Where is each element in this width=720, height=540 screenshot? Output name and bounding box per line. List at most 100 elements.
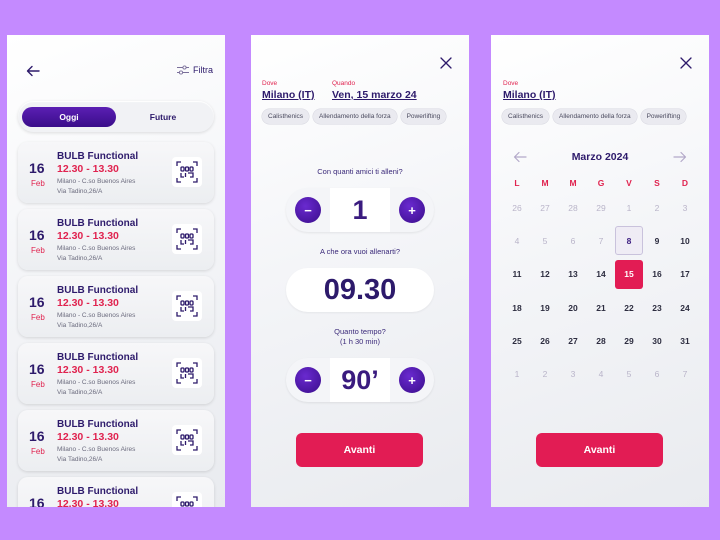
- booking-time: 12.30 - 13.30: [57, 163, 119, 175]
- calendar-day[interactable]: 4: [587, 357, 615, 390]
- calendar-day[interactable]: 3: [559, 357, 587, 390]
- qr-code-button[interactable]: [172, 358, 202, 388]
- calendar-day[interactable]: 5: [615, 357, 643, 390]
- chip-calisthenics[interactable]: Calisthenics: [502, 109, 550, 124]
- calendar-day[interactable]: 21: [587, 291, 615, 324]
- calendar-day-number: 18: [512, 302, 522, 313]
- booking-card[interactable]: 16FebBULB Functional12.30 - 13.30Milano …: [18, 142, 214, 203]
- calendar-day[interactable]: 26: [503, 191, 531, 224]
- calendar-day[interactable]: 6: [643, 357, 671, 390]
- calendar-day[interactable]: 2: [643, 191, 671, 224]
- calendar-day[interactable]: 19: [531, 291, 559, 324]
- calendar-day-number: 31: [680, 335, 690, 346]
- calendar-day[interactable]: 12: [531, 258, 559, 291]
- chip-strength-training[interactable]: Allendamento della forza: [553, 109, 637, 124]
- booking-address-line2: Via Tadino,26/A: [57, 322, 103, 329]
- calendar-day[interactable]: 28: [587, 324, 615, 357]
- calendar-day-number: 8: [615, 226, 643, 256]
- calendar-day[interactable]: 1: [615, 191, 643, 224]
- back-button[interactable]: [25, 63, 41, 79]
- calendar-day[interactable]: 9: [643, 224, 671, 257]
- booking-card[interactable]: 16FebBULB Functional12.30 - 13.30Milano …: [18, 343, 214, 404]
- calendar-day[interactable]: 30: [643, 324, 671, 357]
- calendar-day[interactable]: 29: [587, 191, 615, 224]
- close-button[interactable]: [440, 56, 452, 69]
- calendar-day[interactable]: 11: [503, 258, 531, 291]
- next-button[interactable]: Avanti: [536, 433, 663, 467]
- chip-powerlifting[interactable]: Powerlifting: [640, 109, 687, 124]
- calendar-day[interactable]: 17: [671, 258, 699, 291]
- friends-increment-button[interactable]: +: [399, 197, 425, 223]
- booking-address-line1: Milano - C.so Buenos Aires: [57, 446, 136, 453]
- calendar-day[interactable]: 22: [615, 291, 643, 324]
- calendar-day[interactable]: 20: [559, 291, 587, 324]
- calendar-day-selected[interactable]: 15: [615, 258, 643, 291]
- duration-increment-button[interactable]: +: [399, 367, 425, 393]
- calendar-day[interactable]: 31: [671, 324, 699, 357]
- calendar-day[interactable]: 7: [671, 357, 699, 390]
- calendar-day[interactable]: 3: [671, 191, 699, 224]
- next-month-button[interactable]: [673, 150, 687, 163]
- qr-code-button[interactable]: [172, 291, 202, 321]
- calendar-day-number: 1: [514, 369, 520, 380]
- chip-calisthenics[interactable]: Calisthenics: [262, 109, 310, 124]
- calendar-day[interactable]: 25: [503, 324, 531, 357]
- weekday-label: D: [681, 178, 689, 188]
- when-field[interactable]: Ven, 15 marzo 24: [332, 89, 417, 101]
- calendar-day[interactable]: 4: [503, 224, 531, 257]
- calendar-day[interactable]: 10: [671, 224, 699, 257]
- chip-strength-training[interactable]: Allendamento della forza: [313, 109, 397, 124]
- booking-time: 12.30 - 13.30: [57, 431, 119, 443]
- calendar-day-number: 14: [596, 269, 606, 280]
- qr-code-button[interactable]: [172, 224, 202, 254]
- arrow-right-icon: [673, 151, 687, 163]
- booking-card[interactable]: 16FebBULB Functional12.30 - 13.30Milano …: [18, 410, 214, 471]
- calendar-day[interactable]: 2: [531, 357, 559, 390]
- chip-powerlifting[interactable]: Powerlifting: [400, 109, 447, 124]
- booking-card[interactable]: 16FebBULB Functional12.30 - 13.30Milano …: [18, 477, 214, 507]
- tab-oggi[interactable]: Oggi: [22, 106, 116, 127]
- where-field[interactable]: Milano (IT): [262, 89, 315, 101]
- weekday-label: V: [626, 178, 632, 188]
- calendar-day-today[interactable]: 8: [615, 224, 643, 257]
- calendar-day[interactable]: 27: [531, 191, 559, 224]
- calendar-day-number: 28: [596, 335, 606, 346]
- calendar-day-number: 21: [596, 302, 606, 313]
- weekday-label: L: [514, 178, 520, 188]
- booking-address: Milano - C.so Buenos Aires Via Tadino,26/…: [57, 244, 135, 264]
- calendar-day[interactable]: 23: [643, 291, 671, 324]
- booking-title: BULB Functional: [57, 151, 139, 162]
- booking-title: BULB Functional: [57, 218, 139, 229]
- calendar-day[interactable]: 24: [671, 291, 699, 324]
- booking-address: Milano - C.so Buenos Aires Via Tadino,26/…: [57, 445, 135, 465]
- time-picker[interactable]: 09.30: [286, 268, 434, 312]
- category-chips: Calisthenics Allendamento della forza Po…: [262, 109, 447, 124]
- calendar-day[interactable]: 7: [587, 224, 615, 257]
- calendar-day[interactable]: 28: [559, 191, 587, 224]
- where-field[interactable]: Milano (IT): [503, 89, 556, 101]
- qr-code-button[interactable]: [172, 492, 202, 507]
- booking-card[interactable]: 16FebBULB Functional12.30 - 13.30Milano …: [18, 276, 214, 337]
- calendar-day[interactable]: 29: [615, 324, 643, 357]
- friends-decrement-button[interactable]: −: [295, 197, 321, 223]
- calendar-day[interactable]: 1: [503, 357, 531, 390]
- filter-button[interactable]: Filtra: [177, 65, 213, 75]
- close-button[interactable]: [680, 56, 692, 69]
- calendar-day[interactable]: 14: [587, 258, 615, 291]
- qr-code-button[interactable]: [172, 425, 202, 455]
- qr-code-button[interactable]: [172, 157, 202, 187]
- booking-card[interactable]: 16FebBULB Functional12.30 - 13.30Milano …: [18, 209, 214, 270]
- calendar-day[interactable]: 13: [559, 258, 587, 291]
- calendar-day[interactable]: 27: [559, 324, 587, 357]
- calendar-day-number: 16: [652, 269, 662, 280]
- calendar-day[interactable]: 16: [643, 258, 671, 291]
- tab-future[interactable]: Future: [116, 107, 210, 127]
- calendar-day[interactable]: 18: [503, 291, 531, 324]
- duration-question: Quanto tempo?: [334, 327, 386, 336]
- duration-decrement-button[interactable]: −: [295, 367, 321, 393]
- calendar-day[interactable]: 6: [559, 224, 587, 257]
- calendar-day-number: 7: [598, 235, 604, 246]
- calendar-day[interactable]: 26: [531, 324, 559, 357]
- next-button[interactable]: Avanti: [296, 433, 423, 467]
- calendar-day[interactable]: 5: [531, 224, 559, 257]
